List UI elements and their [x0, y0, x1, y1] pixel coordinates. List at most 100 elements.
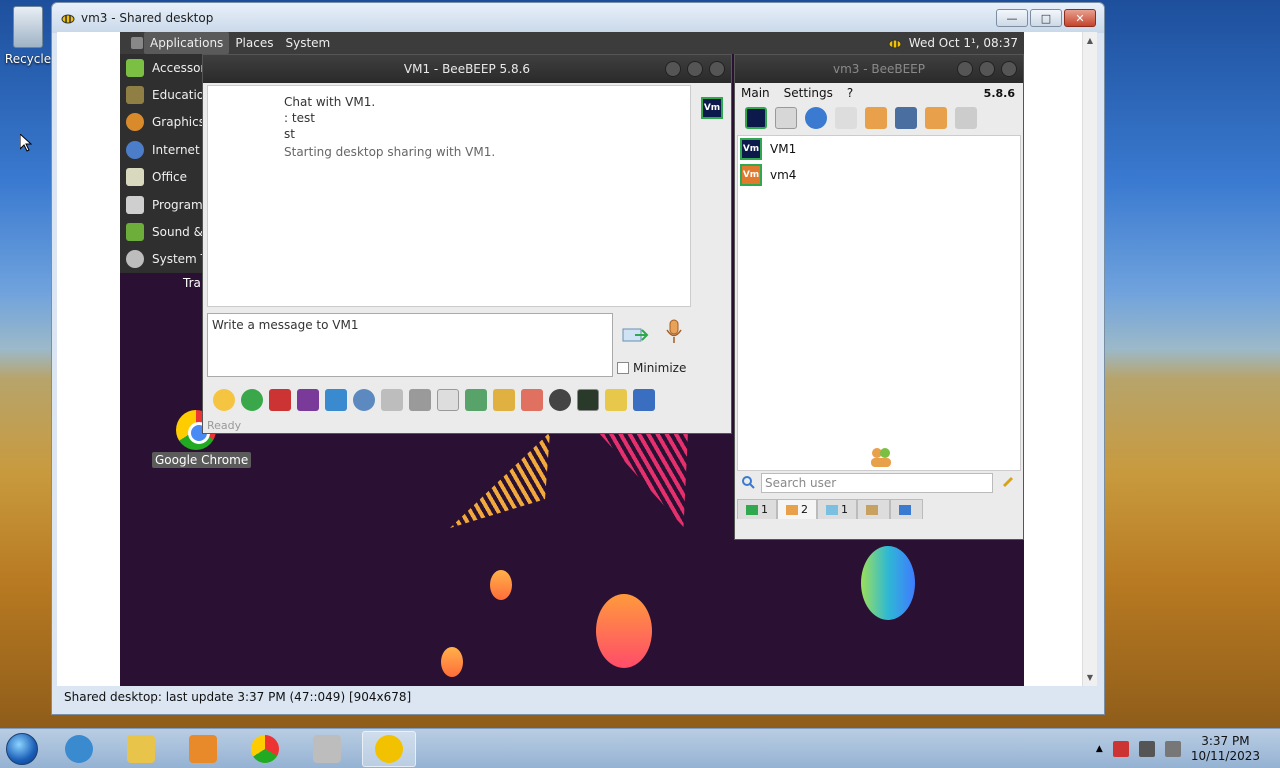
tab-plugins[interactable]: [890, 499, 923, 519]
user-name: vm4: [770, 168, 797, 182]
search-user-input[interactable]: Search user: [761, 473, 993, 493]
taskbar-beebeep[interactable]: [362, 730, 416, 767]
groups-tab-icon: [826, 504, 838, 515]
accessories-icon: [126, 58, 144, 77]
system-tray: ▲ 3:37 PM 10/11/2023: [1096, 734, 1260, 764]
status-vm-icon[interactable]: [745, 107, 767, 129]
html-icon[interactable]: [521, 389, 543, 411]
taskbar-media[interactable]: [176, 731, 230, 767]
scroll-up-icon[interactable]: ▲: [1083, 32, 1097, 49]
save-log-icon[interactable]: [465, 389, 487, 411]
viewer-scrollbar[interactable]: ▲ ▼: [1082, 32, 1097, 686]
desktop-share-icon[interactable]: [577, 389, 599, 411]
file-transfer-icon[interactable]: [925, 107, 947, 129]
viewer-status: Shared desktop: last update 3:37 PM (47:…: [64, 690, 412, 704]
wallpaper-shape: [596, 594, 652, 668]
send-icon[interactable]: [621, 325, 649, 345]
message-input[interactable]: Write a message to VM1: [207, 313, 613, 377]
chat-maximize-button[interactable]: [687, 61, 703, 77]
system-tools-icon: [126, 250, 144, 269]
music-icon[interactable]: [437, 389, 459, 411]
clear-icon[interactable]: [1001, 475, 1015, 489]
system-menu[interactable]: System: [279, 32, 336, 54]
search-icon: [742, 476, 755, 489]
network-icon[interactable]: [805, 107, 827, 129]
network-tab-icon: [866, 504, 878, 515]
user-row[interactable]: Vm VM1: [738, 136, 1020, 162]
color-icon[interactable]: [297, 389, 319, 411]
taskbar-chrome[interactable]: [238, 731, 292, 767]
beebeep-tray-icon[interactable]: [887, 36, 903, 50]
emoji-icon[interactable]: [213, 389, 235, 411]
close-button[interactable]: ✕: [1064, 9, 1096, 27]
wallpaper-shape: [598, 432, 688, 527]
chat-close-button[interactable]: [709, 61, 725, 77]
programming-icon: [126, 195, 144, 214]
tray-clock[interactable]: 3:37 PM 10/11/2023: [1191, 734, 1260, 764]
viewer-titlebar[interactable]: vm3 - Shared desktop — □ ✕: [52, 3, 1104, 33]
microphone-icon[interactable]: [665, 319, 683, 345]
menu-main[interactable]: Main: [741, 86, 770, 100]
font-icon[interactable]: [269, 389, 291, 411]
users-titlebar[interactable]: vm3 - BeeBEEP: [735, 55, 1023, 83]
chat-line: : test: [284, 111, 315, 125]
maximize-button[interactable]: □: [1030, 9, 1062, 27]
applications-menu[interactable]: Applications: [144, 32, 230, 54]
vm1-avatar[interactable]: Vm: [701, 97, 723, 119]
flag-icon[interactable]: [1112, 740, 1129, 757]
shared-folder-icon[interactable]: [955, 107, 977, 129]
tab-groups[interactable]: 1: [817, 499, 857, 519]
media-player-icon: [189, 734, 217, 763]
minimize-checkbox[interactable]: Minimize: [617, 361, 686, 375]
send-folder-icon[interactable]: [493, 389, 515, 411]
volume-icon[interactable]: [1164, 740, 1181, 757]
chrome-icon: [251, 734, 279, 763]
screenshot-icon[interactable]: [549, 389, 571, 411]
panel-clock[interactable]: Wed Oct 1¹, 08:37: [887, 36, 1018, 50]
users-minimize-button[interactable]: [957, 61, 973, 77]
chat-minimize-button[interactable]: [665, 61, 681, 77]
tab-network[interactable]: [857, 499, 890, 519]
chrome-label[interactable]: Google Chrome: [152, 452, 252, 468]
tab-chats[interactable]: 1: [737, 499, 777, 519]
taskbar-printer[interactable]: [300, 731, 354, 767]
chat-window: VM1 - BeeBEEP 5.8.6 Chat with VM1. : tes…: [202, 54, 732, 434]
users-maximize-button[interactable]: [979, 61, 995, 77]
chat-status: Ready: [207, 419, 242, 432]
taskbar-ie[interactable]: [52, 731, 106, 767]
scroll-down-icon[interactable]: ▼: [1083, 669, 1097, 686]
network-icon[interactable]: [1138, 740, 1155, 757]
tray-expand-icon[interactable]: ▲: [1096, 744, 1103, 754]
spellcheck-icon[interactable]: [381, 389, 403, 411]
compose-icon[interactable]: [865, 107, 887, 129]
buzz-icon[interactable]: [241, 389, 263, 411]
taskbar-explorer[interactable]: [114, 731, 168, 767]
tools-icon[interactable]: [895, 107, 917, 129]
trash-can-icon: [13, 6, 43, 48]
start-button[interactable]: [0, 729, 44, 768]
recycle-bin-icon[interactable]: Recycle: [2, 6, 54, 66]
translate-icon[interactable]: [409, 389, 431, 411]
internet-icon: [126, 140, 144, 159]
chat-titlebar[interactable]: VM1 - BeeBEEP 5.8.6: [203, 55, 731, 83]
remote-desktop[interactable]: Tra Google Chrome Applications Places Sy…: [120, 32, 1024, 686]
settings-icon[interactable]: [353, 389, 375, 411]
users-group-icon: [871, 448, 891, 467]
places-menu[interactable]: Places: [229, 32, 279, 54]
folder-icon[interactable]: [835, 107, 857, 129]
notes-icon[interactable]: [605, 389, 627, 411]
menu-help[interactable]: ?: [847, 86, 853, 100]
checkbox-box[interactable]: [617, 362, 629, 374]
edit-profile-icon[interactable]: [775, 107, 797, 129]
users-close-button[interactable]: [1001, 61, 1017, 77]
viewer-title: vm3 - Shared desktop: [81, 11, 214, 25]
user-row[interactable]: Vm vm4: [738, 162, 1020, 188]
menu-settings[interactable]: Settings: [784, 86, 833, 100]
version-label: 5.8.6: [983, 86, 1015, 100]
tray-date: 10/11/2023: [1190, 748, 1260, 763]
minimize-button[interactable]: —: [996, 9, 1028, 27]
filter-icon[interactable]: [325, 389, 347, 411]
save-icon[interactable]: [633, 389, 655, 411]
tab-users[interactable]: 2: [777, 499, 817, 519]
users-toolbar: [735, 103, 1023, 133]
